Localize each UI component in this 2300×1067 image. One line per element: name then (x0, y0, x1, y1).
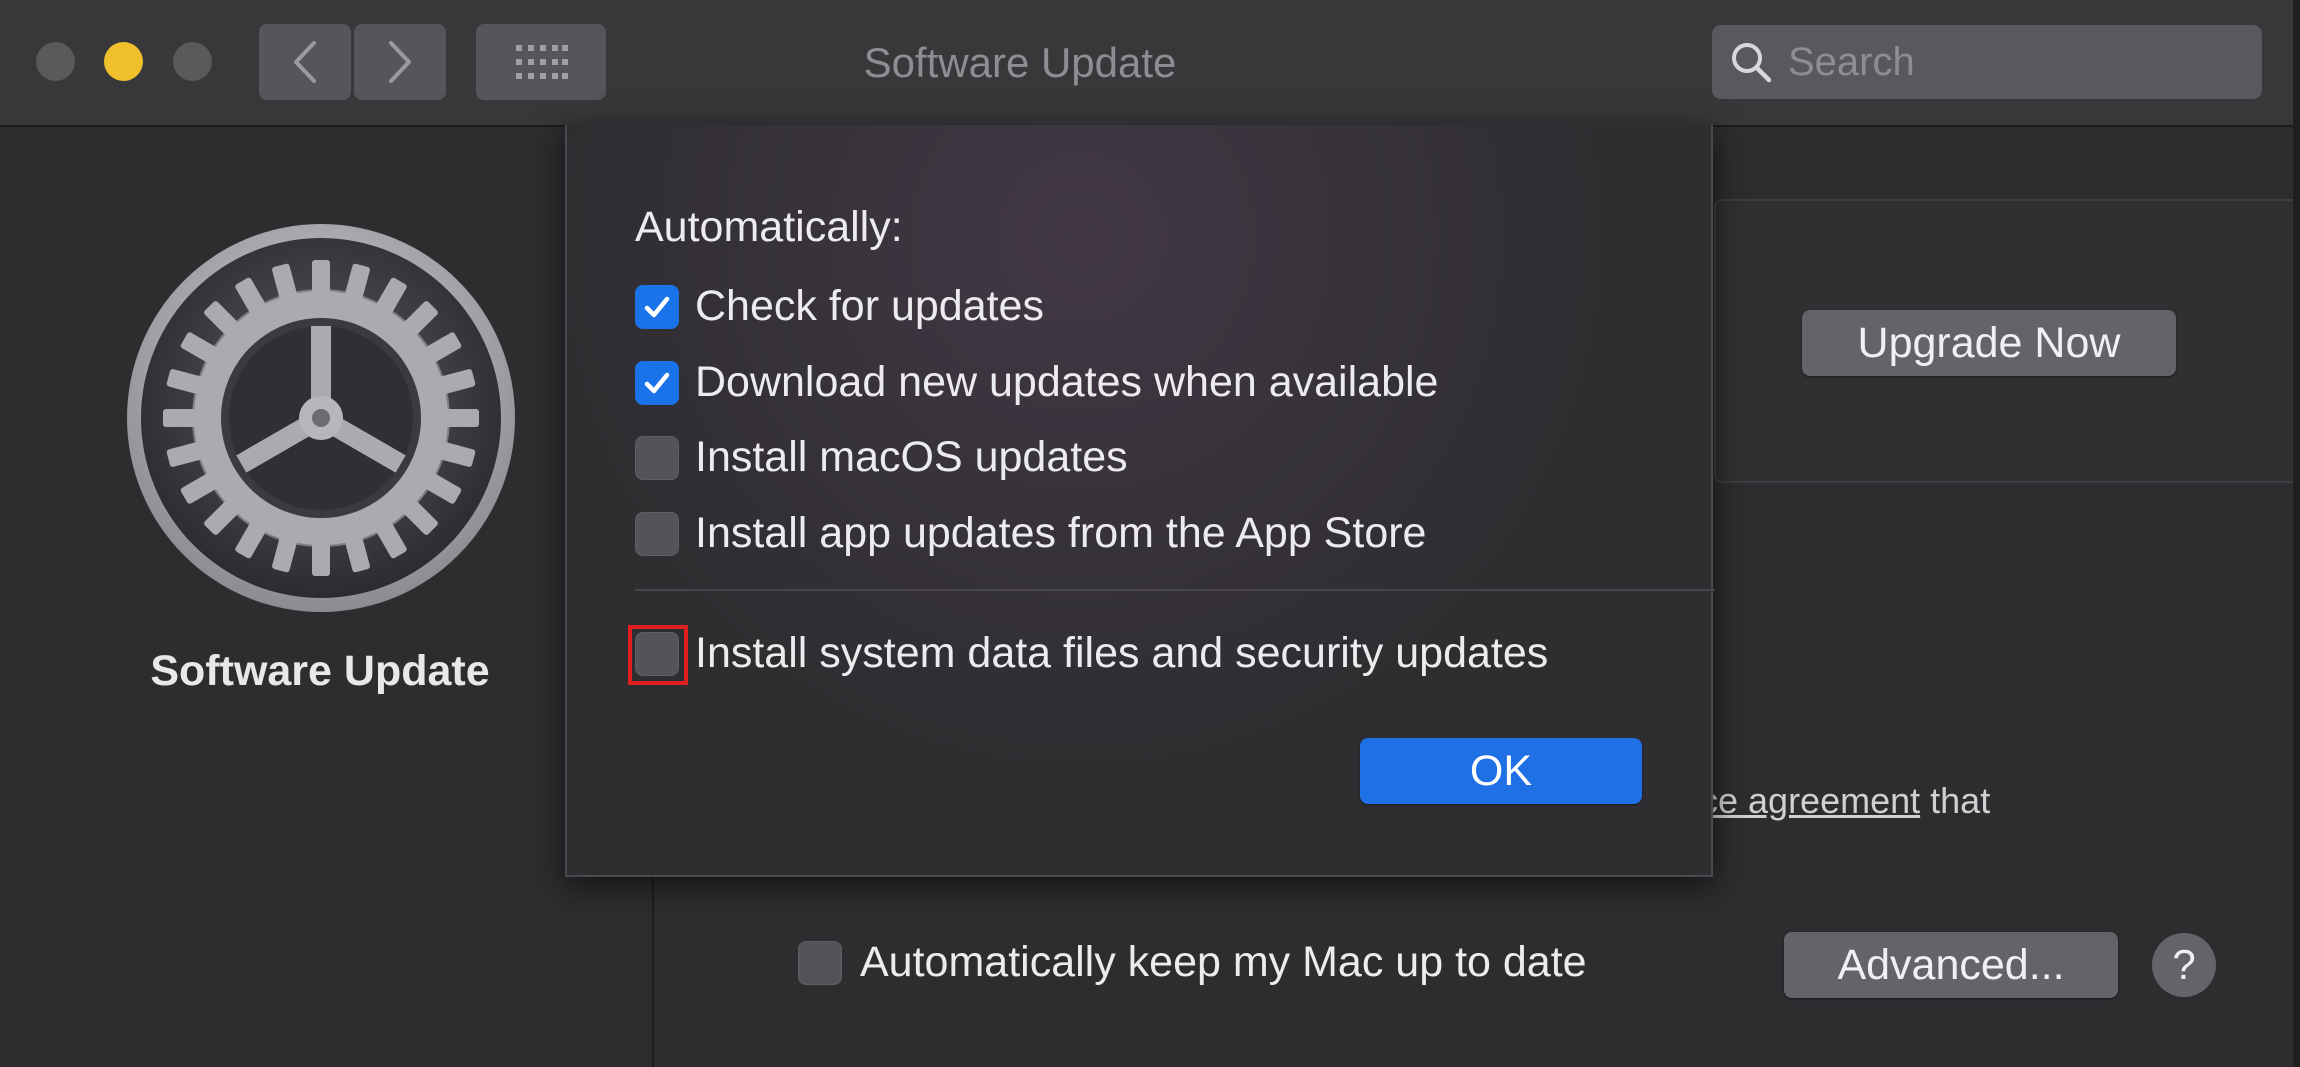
grid-icon (516, 45, 568, 79)
option-label: Download new updates when available (695, 358, 1439, 406)
gear-icon (125, 222, 517, 614)
advanced-button[interactable]: Advanced... (1784, 932, 2118, 998)
search-input[interactable] (1786, 38, 2230, 86)
auto-keep-label: Automatically keep my Mac up to date (860, 938, 1587, 986)
zoom-window-button[interactable] (173, 42, 212, 81)
search-icon (1732, 43, 1772, 83)
download-updates-checkbox[interactable] (635, 360, 679, 405)
option-label: Check for updates (695, 282, 1044, 330)
preferences-window: Software Update Search Software Update U… (0, 0, 2293, 1067)
option-label: Install app updates from the App Store (695, 509, 1427, 557)
minimize-window-button[interactable] (104, 42, 143, 81)
install-app-updates-checkbox[interactable] (635, 511, 679, 556)
highlight-annotation (628, 624, 688, 685)
option-check-for-updates[interactable]: Check for updates (635, 282, 1044, 331)
license-text-tail: that (1920, 780, 1991, 821)
title-bar: Software Update (0, 0, 2293, 127)
auto-keep-checkbox[interactable] (798, 940, 842, 985)
option-label: Install macOS updates (695, 433, 1128, 481)
sheet-heading: Automatically: (635, 203, 903, 251)
option-install-app-updates[interactable]: Install app updates from the App Store (635, 509, 1426, 558)
back-button[interactable] (259, 24, 351, 100)
install-system-data-checkbox[interactable] (628, 624, 688, 685)
separator (635, 589, 1715, 591)
option-install-system-data-files[interactable]: Install system data files and security u… (628, 624, 1549, 685)
checkmark-icon (644, 296, 670, 317)
option-install-macos-updates[interactable]: Install macOS updates (635, 433, 1128, 482)
forward-button[interactable] (354, 24, 446, 100)
help-button[interactable]: ? (2152, 933, 2216, 997)
auto-keep-row: Automatically keep my Mac up to date (798, 938, 1587, 987)
advanced-sheet: Automatically: Check for updates Downloa… (565, 125, 1715, 877)
window-title: Software Update (863, 39, 1177, 86)
pane-title: Software Update (150, 647, 490, 695)
chevron-left-icon (294, 41, 316, 83)
install-macos-updates-checkbox[interactable] (635, 435, 679, 480)
left-pane: Software Update (0, 127, 654, 1067)
search-field[interactable] (1712, 25, 2262, 99)
close-window-button[interactable] (36, 42, 75, 81)
option-label: Install system data files and security u… (695, 629, 1549, 677)
ok-button[interactable]: OK (1360, 738, 1642, 804)
upgrade-now-button[interactable]: Upgrade Now (1802, 310, 2176, 376)
chevron-right-icon (389, 41, 411, 83)
checkmark-icon (644, 372, 670, 393)
license-agreement-link[interactable]: ce agreement (1700, 780, 1920, 821)
license-text: ce agreement that (1700, 780, 1990, 822)
check-for-updates-checkbox[interactable] (635, 284, 679, 329)
option-download-updates[interactable]: Download new updates when available (635, 358, 1438, 407)
show-all-button[interactable] (476, 24, 606, 100)
